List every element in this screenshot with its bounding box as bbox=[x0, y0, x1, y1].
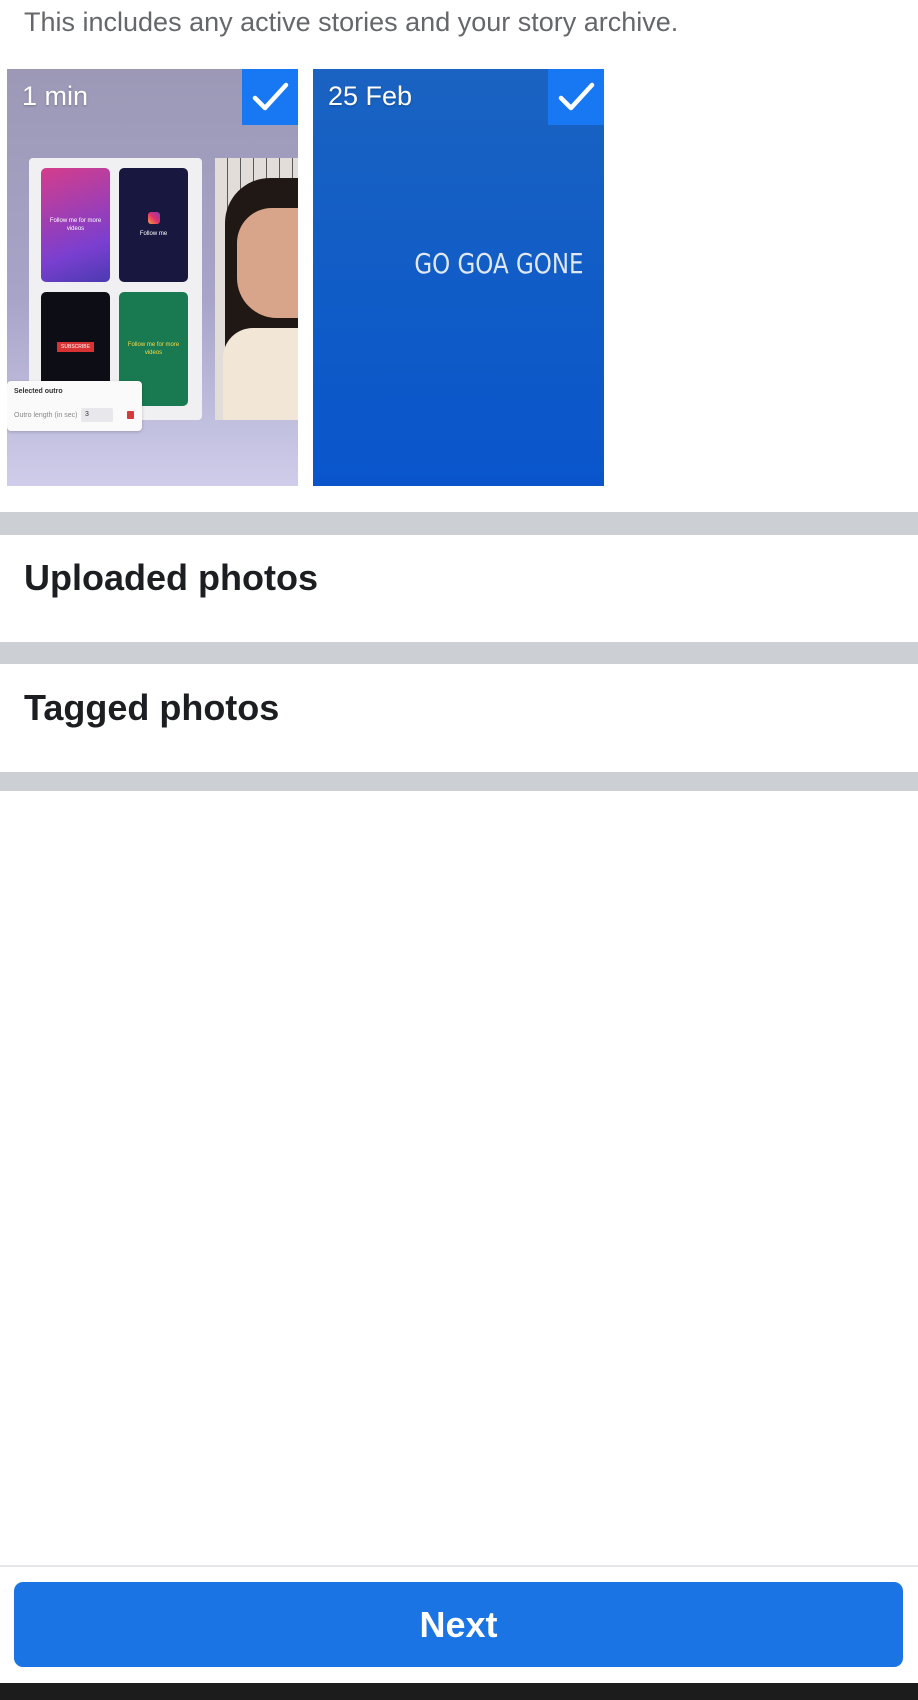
subscribe-badge: SUBSCRIBE bbox=[57, 342, 94, 352]
portrait-image bbox=[215, 158, 298, 420]
section-divider bbox=[0, 642, 918, 664]
preview-card-text: Follow me bbox=[139, 231, 168, 237]
instagram-icon bbox=[147, 212, 160, 224]
story-text: GO GOA GONE bbox=[414, 247, 584, 280]
next-button[interactable]: Next bbox=[14, 1582, 903, 1667]
check-icon bbox=[252, 82, 289, 111]
section-divider bbox=[0, 512, 918, 535]
section-divider bbox=[0, 772, 918, 791]
preview-card: Follow me bbox=[119, 168, 188, 282]
story-thumbnail-1[interactable]: Follow me for more videos Follow me SUBS… bbox=[7, 69, 298, 486]
preview-card-text: Follow me for more videos bbox=[49, 218, 102, 232]
outro-field-label: Outro length (in sec) bbox=[14, 412, 78, 419]
preview-card-text: Follow me for more videos bbox=[127, 342, 180, 356]
outro-field: 3 bbox=[81, 408, 113, 422]
stories-description: This includes any active stories and you… bbox=[24, 7, 679, 37]
story-date: 25 Feb bbox=[328, 81, 413, 111]
trash-icon bbox=[127, 411, 134, 419]
check-icon bbox=[558, 82, 595, 111]
story-thumbnail-2[interactable]: 25 Feb GO GOA GONE bbox=[313, 69, 604, 486]
story-date: 1 min bbox=[22, 81, 89, 111]
selection-checkbox[interactable] bbox=[242, 69, 298, 125]
story-grid: Follow me for more videos Follow me SUBS… bbox=[7, 69, 607, 487]
selection-checkbox[interactable] bbox=[548, 69, 604, 125]
outro-title: Selected outro bbox=[14, 388, 63, 395]
footer-divider bbox=[0, 1565, 918, 1567]
outro-panel: Selected outro Outro length (in sec) 3 bbox=[7, 381, 142, 431]
uploaded-photos-heading[interactable]: Uploaded photos bbox=[24, 557, 318, 599]
tagged-photos-heading[interactable]: Tagged photos bbox=[24, 687, 279, 729]
system-nav-bar bbox=[0, 1683, 918, 1700]
preview-card: Follow me for more videos bbox=[41, 168, 110, 282]
